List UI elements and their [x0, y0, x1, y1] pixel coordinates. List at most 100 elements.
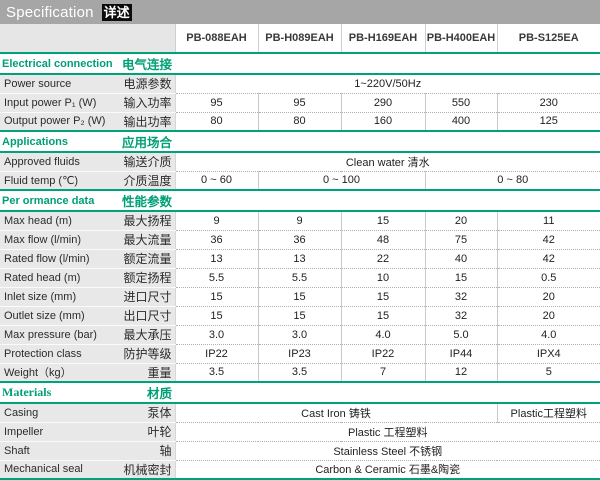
spec-value: 40: [425, 249, 497, 268]
spec-value: Plastic工程塑料: [497, 403, 600, 422]
page-title-zh: 详述: [102, 4, 132, 21]
table-row-casing: Casing 泵体 Cast Iron 铸铁 Plastic工程塑料: [0, 403, 600, 422]
spec-value: IP22: [341, 344, 425, 363]
row-label-zh: 最大承压: [110, 325, 175, 344]
spec-value: 15: [341, 287, 425, 306]
row-label-zh: 最大流量: [110, 230, 175, 249]
spec-value: 15: [341, 306, 425, 325]
table-row-shaft: Shaft 轴 Stainless Steel 不锈钢: [0, 441, 600, 460]
spec-value: 15: [258, 287, 341, 306]
spec-value: Cast Iron 铸铁: [175, 403, 497, 422]
model-column-header: PB-H089EAH: [258, 24, 341, 53]
spec-value: 3.0: [258, 325, 341, 344]
spec-value: Stainless Steel 不锈钢: [175, 441, 600, 460]
table-row-approved-fluids: Approved fluids 输送介质 Clean water 清水: [0, 152, 600, 171]
row-label-zh: 电源参数: [110, 74, 175, 93]
spec-value: 11: [497, 211, 600, 230]
row-label-zh: 泵体: [110, 403, 175, 422]
row-label-zh: 介质温度: [110, 171, 175, 190]
spec-value: 160: [341, 112, 425, 131]
spec-value: 15: [175, 306, 258, 325]
spec-value: 290: [341, 93, 425, 112]
table-row-rated-head: Rated head (m) 额定扬程 5.5 5.5 10 15 0.5: [0, 268, 600, 287]
spec-value: 5.0: [425, 325, 497, 344]
table-row-outlet-size: Outlet size (mm) 出口尺寸 15 15 15 32 20: [0, 306, 600, 325]
spec-value: 5: [497, 363, 600, 382]
spec-value: 95: [258, 93, 341, 112]
spec-value: 15: [425, 268, 497, 287]
section-header-electrical-connection: Electrical connection电气连接: [0, 53, 600, 74]
spec-value: 3.5: [175, 363, 258, 382]
spec-value: IP23: [258, 344, 341, 363]
row-label-zh: 额定扬程: [110, 268, 175, 287]
row-label-zh: 防护等级: [110, 344, 175, 363]
table-row-rated-flow: Rated flow (l/min) 额定流量 13 13 22 40 42: [0, 249, 600, 268]
row-label-en: Outlet size (mm): [0, 306, 110, 325]
spec-value: 230: [497, 93, 600, 112]
row-label-en: Approved fluids: [0, 152, 110, 171]
section-header-spacer: [175, 131, 600, 152]
spec-value: 13: [175, 249, 258, 268]
spec-value: IPX4: [497, 344, 600, 363]
table-row-input-power: Input power P₁ (W) 输入功率 95 95 290 550 23…: [0, 93, 600, 112]
spec-value: 32: [425, 287, 497, 306]
spec-value: 0 ~ 60: [175, 171, 258, 190]
spec-value: 400: [425, 112, 497, 131]
row-label-en: Max flow (l/min): [0, 230, 110, 249]
spec-value: 125: [497, 112, 600, 131]
section-header-performance-data: Per ormance data性能参数: [0, 190, 600, 211]
table-row-inlet-size: Inlet size (mm) 进口尺寸 15 15 15 32 20: [0, 287, 600, 306]
model-column-header: PB-088EAH: [175, 24, 258, 53]
spec-value: 0.5: [497, 268, 600, 287]
model-column-header: PB-H169EAH: [341, 24, 425, 53]
spec-value: IP44: [425, 344, 497, 363]
section-title-zh: 应用场合: [122, 132, 175, 151]
table-row-mechanical-seal: Mechanical seal 机械密封 Carbon & Ceramic 石墨…: [0, 460, 600, 479]
table-row-max-pressure: Max pressure (bar) 最大承压 3.0 3.0 4.0 5.0 …: [0, 325, 600, 344]
row-label-zh: 进口尺寸: [110, 287, 175, 306]
spec-value: 15: [175, 287, 258, 306]
row-label-en: Impeller: [0, 422, 110, 441]
spec-value: 15: [258, 306, 341, 325]
section-title-en: Applications: [0, 136, 68, 148]
row-label-zh: 最大扬程: [110, 211, 175, 230]
model-column-header: PB-S125EA: [497, 24, 600, 53]
row-label-en: Max pressure (bar): [0, 325, 110, 344]
row-label-en: Power source: [0, 74, 110, 93]
model-column-header: PB-H400EAH: [425, 24, 497, 53]
spec-value: 5.5: [175, 268, 258, 287]
row-label-zh: 输入功率: [110, 93, 175, 112]
section-header-applications: Applications 应用场合: [0, 131, 600, 152]
spec-value: 32: [425, 306, 497, 325]
spec-value: 9: [175, 211, 258, 230]
table-row-impeller: Impeller 叶轮 Plastic 工程塑料: [0, 422, 600, 441]
spec-value: Plastic 工程塑料: [175, 422, 600, 441]
spec-value: 10: [341, 268, 425, 287]
spec-value: 42: [497, 230, 600, 249]
spec-value: 80: [258, 112, 341, 131]
row-label-zh: 重量: [110, 363, 175, 382]
table-row-fluid-temp: Fluid temp (℃) 介质温度 0 ~ 60 0 ~ 100 0 ~ 8…: [0, 171, 600, 190]
spec-value: 75: [425, 230, 497, 249]
section-title-zh: 电气连接: [122, 54, 175, 73]
row-label-en: Fluid temp (℃): [0, 171, 110, 190]
spec-value: 95: [175, 93, 258, 112]
row-label-zh: 输出功率: [110, 112, 175, 131]
spec-value: 4.0: [341, 325, 425, 344]
row-label-en: Inlet size (mm): [0, 287, 110, 306]
spec-value: 48: [341, 230, 425, 249]
row-label-zh: 叶轮: [110, 422, 175, 441]
spec-value: 13: [258, 249, 341, 268]
spec-value: 1~220V/50Hz: [175, 74, 600, 93]
row-label-zh: 出口尺寸: [110, 306, 175, 325]
table-row-protection-class: Protection class 防护等级 IP22 IP23 IP22 IP4…: [0, 344, 600, 363]
spec-value: 3.0: [175, 325, 258, 344]
row-label-en: Rated flow (l/min): [0, 249, 110, 268]
row-label-en: Protection class: [0, 344, 110, 363]
row-label-en: Mechanical seal: [0, 460, 110, 479]
row-label-en: Rated head (m): [0, 268, 110, 287]
spec-value: 20: [425, 211, 497, 230]
section-header-materials: Materials材质: [0, 382, 600, 403]
spec-value: 12: [425, 363, 497, 382]
table-row-power-source: Power source 电源参数 1~220V/50Hz: [0, 74, 600, 93]
